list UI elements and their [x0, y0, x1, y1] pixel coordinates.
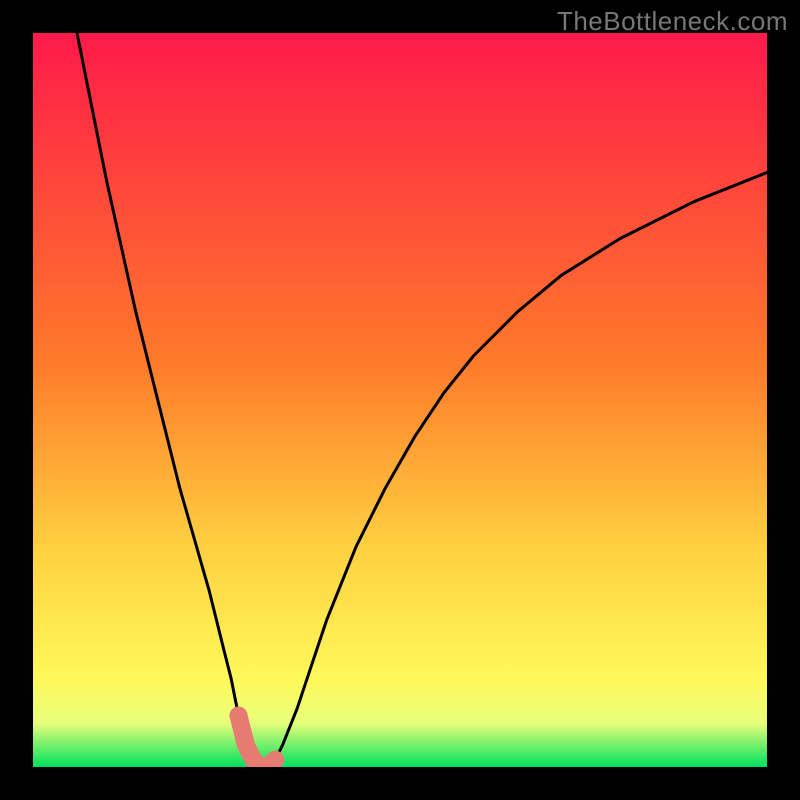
plot-area	[33, 33, 767, 767]
chart-container: TheBottleneck.com	[0, 0, 800, 800]
gradient-background	[33, 33, 767, 767]
watermark-text: TheBottleneck.com	[557, 6, 788, 37]
chart-svg	[33, 33, 767, 767]
